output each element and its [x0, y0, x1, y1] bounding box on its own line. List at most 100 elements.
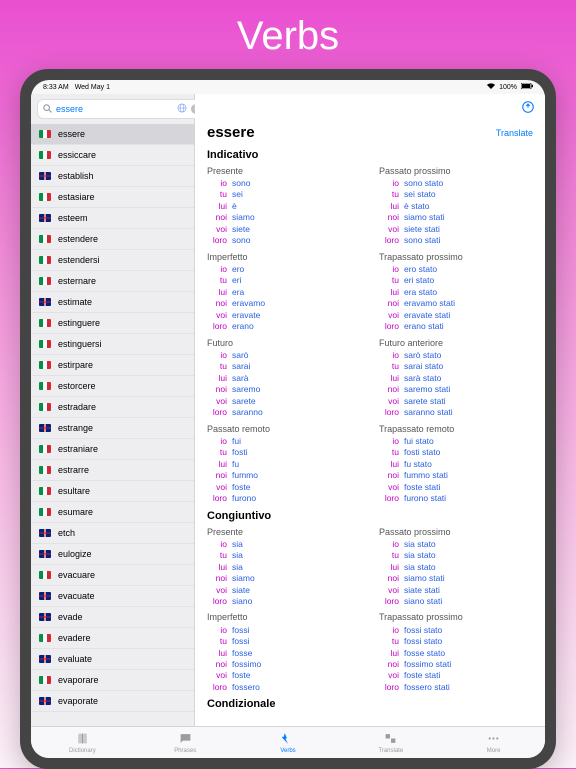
verb-title: essere: [207, 124, 255, 141]
tense-name: Futuro anteriore: [379, 337, 533, 349]
pronoun: voi: [379, 396, 399, 407]
tense-name: Trapassato prossimo: [379, 251, 533, 263]
conjugation-row: iofui: [207, 436, 361, 447]
verb-form: fossero: [232, 682, 260, 693]
tab-translate[interactable]: Translate: [339, 727, 442, 758]
list-item[interactable]: etch: [31, 523, 194, 544]
verb-form: foste stati: [404, 670, 440, 681]
verb-form: ero: [232, 264, 244, 275]
list-item[interactable]: establish: [31, 166, 194, 187]
conjugation-content[interactable]: IndicativoPresenteiosonotuseiluiènoisiam…: [195, 145, 545, 758]
share-icon[interactable]: [521, 100, 535, 119]
verb-form: siete: [232, 224, 250, 235]
list-item[interactable]: estinguersi: [31, 334, 194, 355]
tense-name: Trapassato remoto: [379, 423, 533, 435]
verb-form: fui stato: [404, 436, 434, 447]
list-item[interactable]: evade: [31, 607, 194, 628]
list-item[interactable]: evacuare: [31, 565, 194, 586]
tab-label: Phrases: [174, 748, 196, 754]
list-item[interactable]: esternare: [31, 271, 194, 292]
pronoun: noi: [207, 212, 227, 223]
conjugation-row: iofossi stato: [379, 625, 533, 636]
pronoun: tu: [207, 189, 227, 200]
verb-form: fosse stato: [404, 648, 445, 659]
verb-form: siete stati: [404, 224, 440, 235]
conjugation-row: iosono: [207, 178, 361, 189]
conjugation-row: voisiate stati: [379, 585, 533, 596]
list-item[interactable]: evaporare: [31, 670, 194, 691]
uk-flag-icon: [39, 172, 51, 180]
tab-dictionary[interactable]: Dictionary: [31, 727, 134, 758]
tab-verbs[interactable]: Verbs: [237, 727, 340, 758]
verb-form: siamo stati: [404, 212, 445, 223]
list-item[interactable]: estrarre: [31, 460, 194, 481]
verb-form: sarete stati: [404, 396, 446, 407]
uk-flag-icon: [39, 298, 51, 306]
list-item[interactable]: eulogize: [31, 544, 194, 565]
pronoun: loro: [207, 321, 227, 332]
pronoun: noi: [379, 212, 399, 223]
verb-form: sarai: [232, 361, 250, 372]
list-item-label: essiccare: [58, 150, 96, 160]
tab-phrases[interactable]: Phrases: [134, 727, 237, 758]
list-item[interactable]: estraniare: [31, 439, 194, 460]
italy-flag-icon: [39, 466, 51, 474]
list-item[interactable]: estimate: [31, 292, 194, 313]
list-item[interactable]: estirpare: [31, 355, 194, 376]
pronoun: loro: [379, 596, 399, 607]
pronoun: tu: [379, 189, 399, 200]
conjugation-row: voisarete: [207, 396, 361, 407]
italy-flag-icon: [39, 361, 51, 369]
tab-label: Dictionary: [69, 748, 96, 754]
list-item[interactable]: estradare: [31, 397, 194, 418]
italy-flag-icon: [39, 130, 51, 138]
list-item[interactable]: essiccare: [31, 145, 194, 166]
conjugation-row: tufosti: [207, 447, 361, 458]
tense-name: Presente: [207, 165, 361, 177]
conjugation-row: iosono stato: [379, 178, 533, 189]
verb-form: sono: [232, 235, 250, 246]
list-item[interactable]: estendere: [31, 229, 194, 250]
list-item[interactable]: esumare: [31, 502, 194, 523]
verb-form: fui: [232, 436, 241, 447]
list-item[interactable]: essere: [31, 124, 194, 145]
list-item[interactable]: estinguere: [31, 313, 194, 334]
list-item-label: estorcere: [58, 381, 96, 391]
pronoun: io: [379, 436, 399, 447]
conjugation-row: iosia: [207, 539, 361, 550]
conjugation-row: voifoste: [207, 670, 361, 681]
pronoun: noi: [379, 384, 399, 395]
verb-form: sia stato: [404, 562, 436, 573]
search-field[interactable]: [56, 104, 173, 114]
pronoun: io: [379, 350, 399, 361]
list-item[interactable]: esultare: [31, 481, 194, 502]
conjugation-row: lorofossero stati: [379, 682, 533, 693]
list-item[interactable]: estasiare: [31, 187, 194, 208]
list-item[interactable]: evaporate: [31, 691, 194, 712]
list-item[interactable]: evacuate: [31, 586, 194, 607]
pronoun: voi: [379, 224, 399, 235]
verb-form: sei: [232, 189, 243, 200]
verb-list[interactable]: essereessiccareestablishestasiareesteeme…: [31, 124, 194, 758]
list-item-label: etch: [58, 528, 75, 538]
verb-form: fosti: [232, 447, 248, 458]
search-input[interactable]: ✕: [37, 99, 207, 119]
translate-button[interactable]: Translate: [496, 128, 533, 138]
list-item[interactable]: evaluate: [31, 649, 194, 670]
pronoun: voi: [379, 670, 399, 681]
uk-flag-icon: [39, 214, 51, 222]
italy-flag-icon: [39, 193, 51, 201]
pronoun: io: [379, 264, 399, 275]
list-item[interactable]: estendersi: [31, 250, 194, 271]
list-item[interactable]: evadere: [31, 628, 194, 649]
verb-form: sarete: [232, 396, 256, 407]
search-icon: [43, 100, 52, 118]
conjugation-row: loroerano: [207, 321, 361, 332]
globe-icon[interactable]: [177, 100, 187, 118]
list-item[interactable]: estorcere: [31, 376, 194, 397]
pronoun: loro: [207, 493, 227, 504]
list-item[interactable]: estrange: [31, 418, 194, 439]
verb-form: eravamo: [232, 298, 265, 309]
tab-more[interactable]: More: [442, 727, 545, 758]
list-item[interactable]: esteem: [31, 208, 194, 229]
